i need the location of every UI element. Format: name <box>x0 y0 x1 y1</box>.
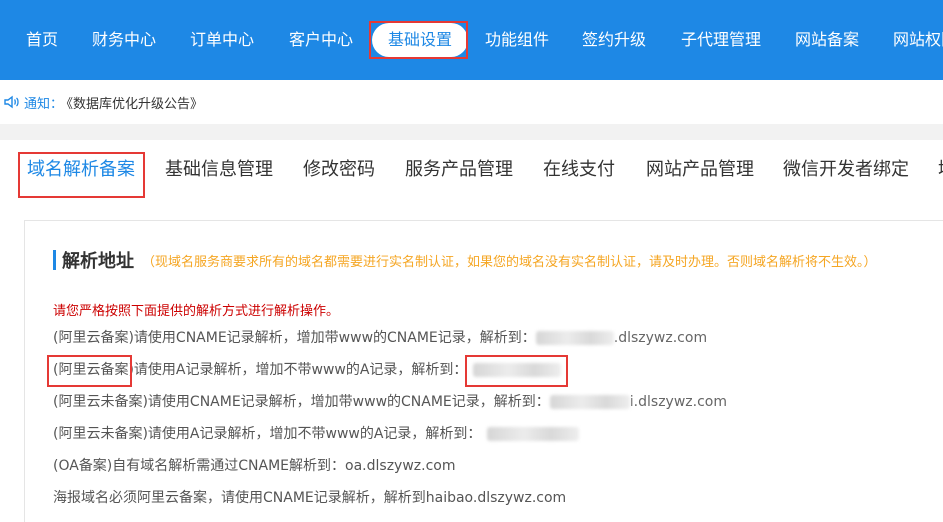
nav-basic-settings[interactable]: 基础设置 <box>374 25 467 55</box>
section-title: 解析地址 <box>62 251 134 272</box>
nav-orders[interactable]: 订单中心 <box>190 29 254 51</box>
tab-domain-resolution[interactable]: 域名解析备案 <box>27 158 135 182</box>
warning-text: 请您严格按照下面提供的解析方式进行解析操作。 <box>53 304 340 319</box>
speaker-icon <box>4 95 19 109</box>
tab-more[interactable]: 域 <box>938 158 943 182</box>
row-text: (阿里云未备案)请使用CNAME记录解析，增加带www的CNAME记录，解析到： <box>53 394 550 410</box>
top-nav: 首页 财务中心 订单中心 客户中心 基础设置 功能组件 签约升级 子代理管理 网… <box>0 0 943 80</box>
row-text: (阿里云备案)请使用CNAME记录解析，增加带www的CNAME记录，解析到： <box>53 330 536 346</box>
row-value: .dlszywz.com <box>613 330 708 346</box>
nav-sub-agents[interactable]: 子代理管理 <box>681 29 761 51</box>
redacted-value <box>535 331 614 345</box>
nav-upgrade[interactable]: 签约升级 <box>582 29 646 51</box>
section-marker <box>53 250 56 270</box>
nav-customers[interactable]: 客户中心 <box>289 29 353 51</box>
tab-service-products[interactable]: 服务产品管理 <box>405 158 513 182</box>
row-text: (OA备案)自有域名解析需通过CNAME解析到：oa.dlszywz.com <box>53 458 456 474</box>
redacted-value <box>549 395 630 409</box>
notice-bar: 通知： 《数据库优化升级公告》 <box>0 80 943 124</box>
notice-link[interactable]: 《数据库优化升级公告》 <box>60 93 203 112</box>
resolution-row-4: (阿里云未备案)请使用A记录解析，增加不带www的A记录，解析到： <box>53 424 580 444</box>
row-text: (阿里云备案)请使用A记录解析，增加不带www的A记录，解析到： <box>53 362 468 378</box>
row-text: 海报域名必须阿里云备案，请使用CNAME记录解析，解析到haibao.dlszy… <box>53 490 567 506</box>
nav-finance[interactable]: 财务中心 <box>92 29 156 51</box>
nav-site-permissions[interactable]: 网站权限 <box>893 29 943 51</box>
redacted-value <box>487 427 580 441</box>
tab-site-products[interactable]: 网站产品管理 <box>646 158 754 182</box>
resolution-content: 解析地址 （现域名服务商要求所有的域名都需要进行实名制认证，如果您的域名没有实名… <box>24 220 943 522</box>
row-value: i.dlszywz.com <box>629 394 727 410</box>
main-panel: 域名解析备案 基础信息管理 修改密码 服务产品管理 在线支付 网站产品管理 微信… <box>0 140 943 522</box>
resolution-row-6: 海报域名必须阿里云备案，请使用CNAME记录解析，解析到haibao.dlszy… <box>53 488 566 508</box>
resolution-row-3: (阿里云未备案)请使用CNAME记录解析，增加带www的CNAME记录，解析到：… <box>53 392 727 412</box>
section-tip: （现域名服务商要求所有的域名都需要进行实名制认证，如果您的域名没有实名制认证，请… <box>142 254 877 270</box>
tab-basic-info[interactable]: 基础信息管理 <box>165 158 273 182</box>
nav-site-filing[interactable]: 网站备案 <box>795 29 859 51</box>
resolution-row-5: (OA备案)自有域名解析需通过CNAME解析到：oa.dlszywz.com <box>53 456 455 476</box>
nav-components[interactable]: 功能组件 <box>485 29 549 51</box>
tab-change-password[interactable]: 修改密码 <box>303 158 375 182</box>
row-text: (阿里云未备案)请使用A记录解析，增加不带www的A记录，解析到： <box>53 426 482 442</box>
tab-online-payment[interactable]: 在线支付 <box>543 158 615 182</box>
tab-wechat-binding[interactable]: 微信开发者绑定 <box>783 158 909 182</box>
section-header: 解析地址 （现域名服务商要求所有的域名都需要进行实名制认证，如果您的域名没有实名… <box>53 248 877 272</box>
resolution-row-1: (阿里云备案)请使用CNAME记录解析，增加带www的CNAME记录，解析到： … <box>53 328 707 348</box>
resolution-row-2: (阿里云备案)请使用A记录解析，增加不带www的A记录，解析到： <box>53 360 562 380</box>
redacted-value <box>473 363 562 377</box>
nav-home[interactable]: 首页 <box>26 29 58 51</box>
notice-label: 通知： <box>24 97 64 112</box>
